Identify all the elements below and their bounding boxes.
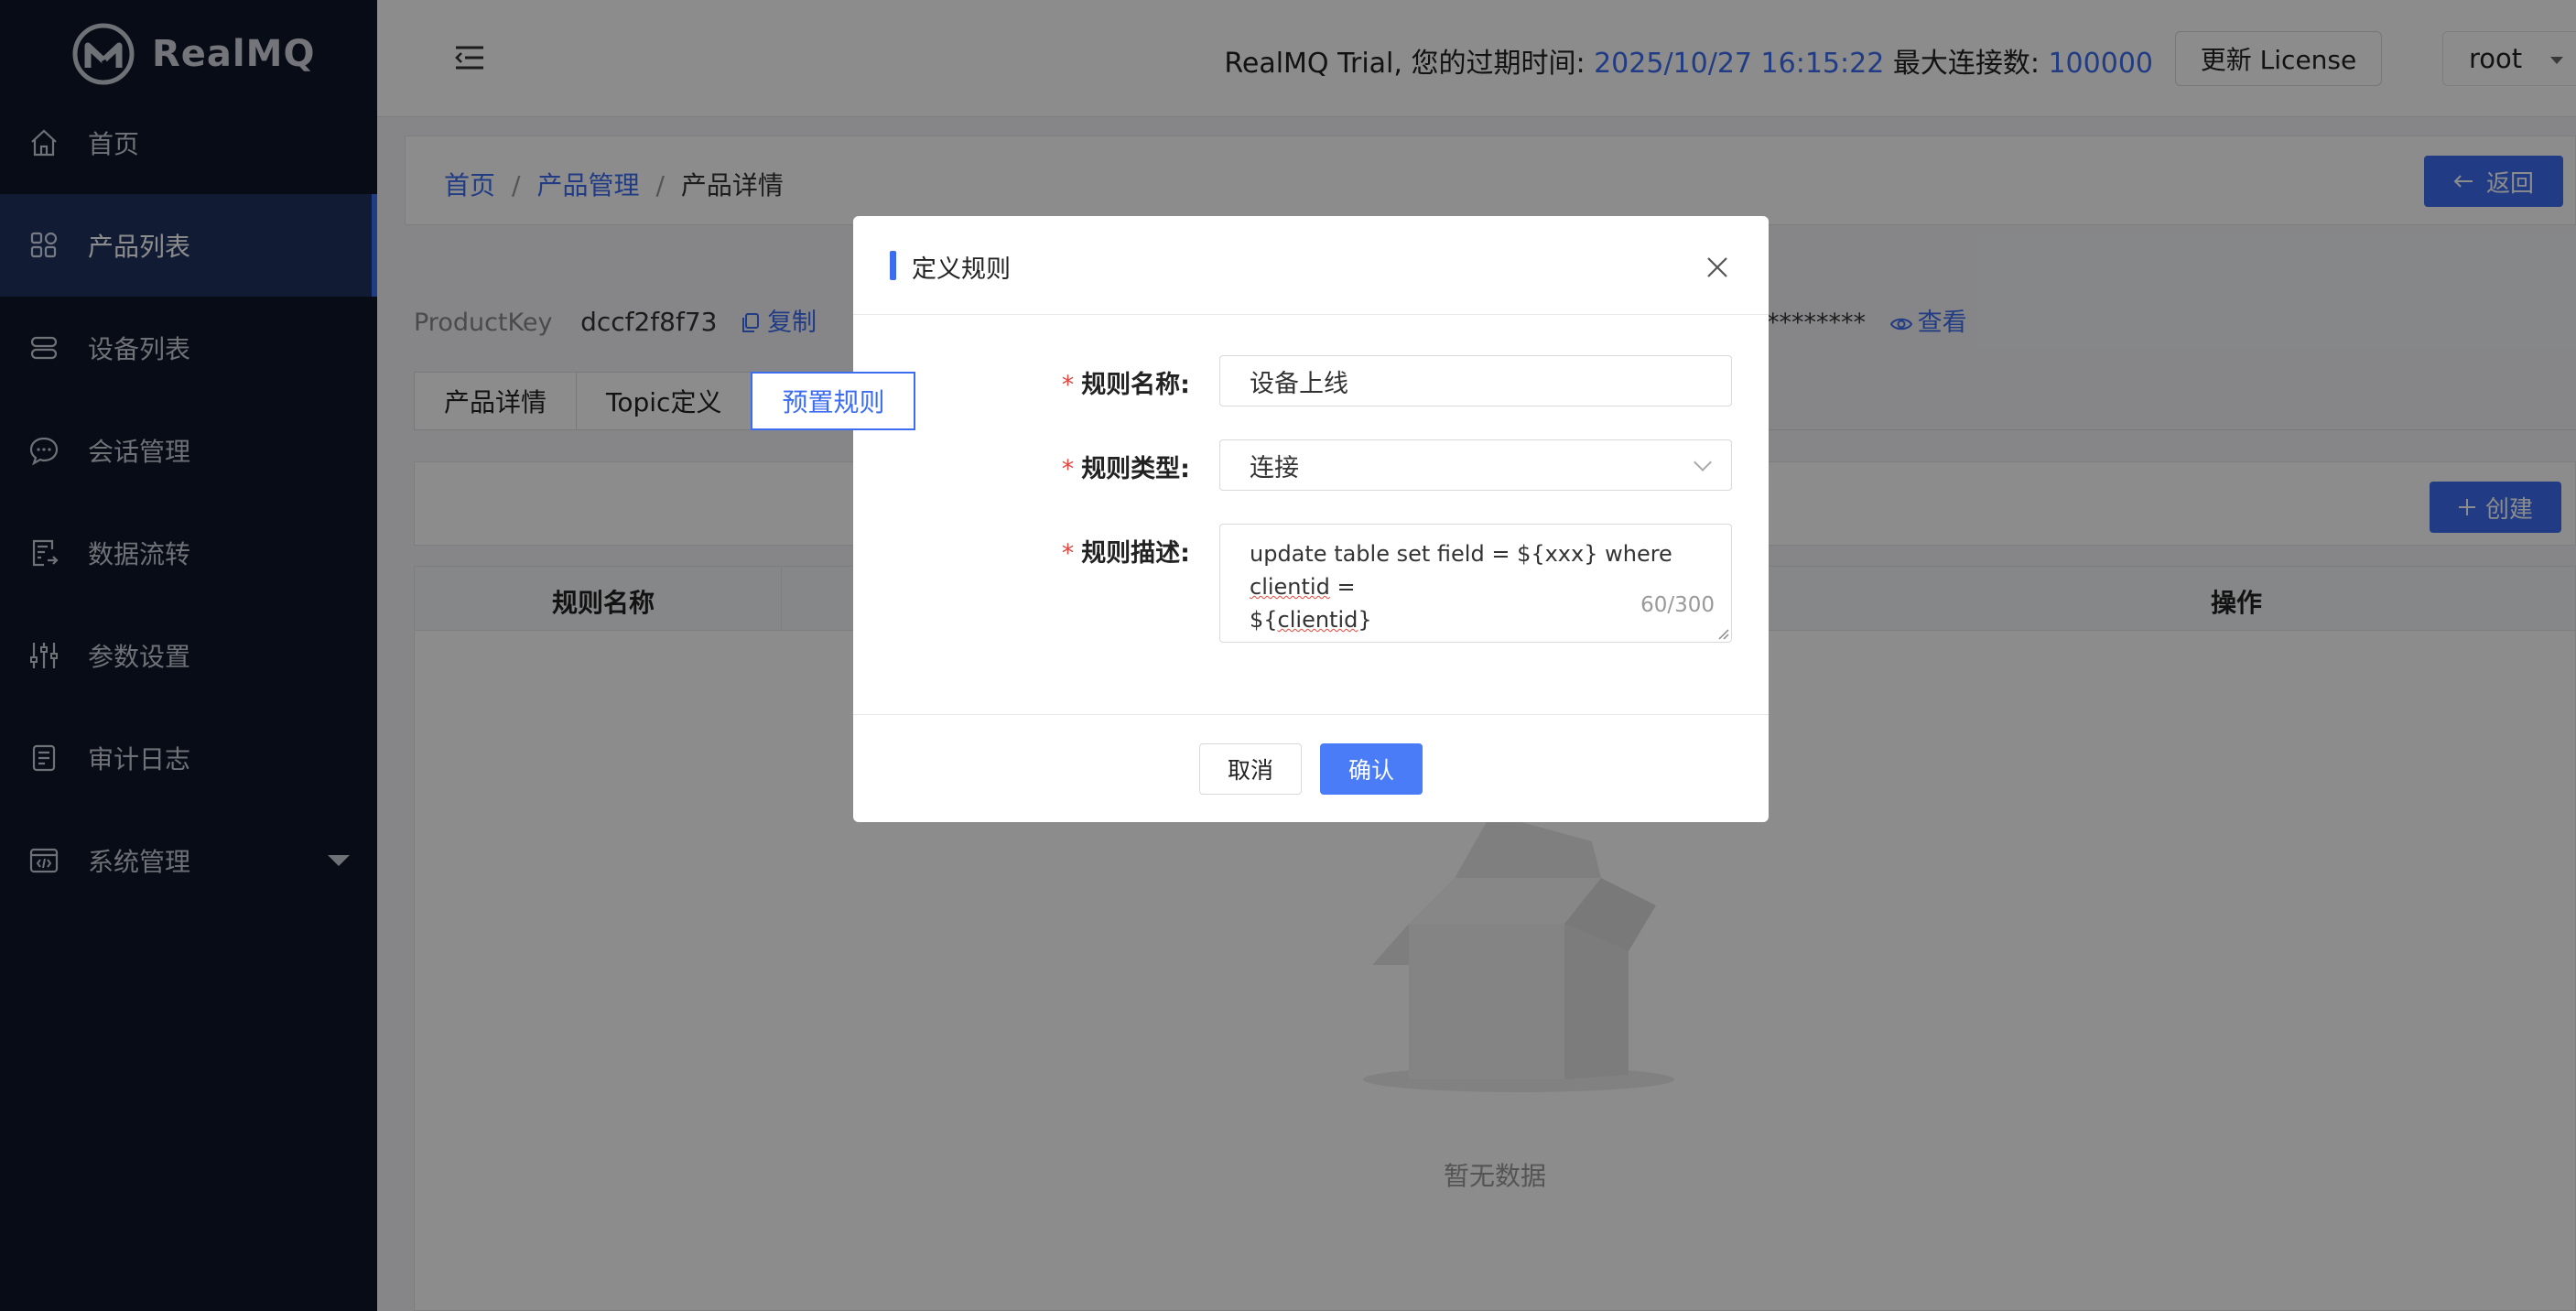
required-mark: * — [1061, 539, 1075, 568]
desc-text-part: ${ — [1250, 607, 1278, 633]
desc-text-part: = — [1329, 574, 1356, 600]
required-mark: * — [1061, 455, 1075, 483]
rule-type-select[interactable]: 连接 — [1219, 439, 1732, 491]
cancel-button[interactable]: 取消 — [1199, 743, 1302, 795]
rule-name-input[interactable]: 设备上线 — [1219, 355, 1732, 406]
rule-type-value: 连接 — [1250, 453, 1299, 482]
dialog-title: 定义规则 — [912, 255, 1011, 284]
chevron-down-icon — [1694, 453, 1712, 471]
rule-type-label-text: 规则类型: — [1081, 455, 1190, 483]
resize-handle-icon[interactable] — [1716, 627, 1729, 640]
desc-text-misspelled: clientid — [1277, 607, 1358, 633]
close-icon[interactable] — [1705, 255, 1730, 280]
char-counter: 60/300 — [1640, 593, 1715, 617]
rule-name-label: * 规则名称: — [1062, 364, 1190, 400]
dialog-header: 定义规则 — [853, 216, 1769, 315]
required-mark: * — [1061, 371, 1075, 399]
desc-text-part: } — [1358, 607, 1372, 633]
desc-text-misspelled: clientid — [1250, 574, 1330, 600]
title-accent-bar — [890, 251, 896, 280]
define-rule-dialog: 定义规则 * 规则名称: 设备上线 * 规则类型: 连接 * 规则描述: update… — [853, 216, 1769, 822]
rule-desc-label: * 规则描述: — [1062, 533, 1190, 569]
tab-preset-rules[interactable]: 预置规则 — [751, 372, 916, 430]
rule-desc-textarea[interactable]: update table set field = ${xxx} where cl… — [1219, 524, 1732, 643]
rule-name-label-text: 规则名称: — [1081, 371, 1190, 399]
confirm-button[interactable]: 确认 — [1320, 743, 1423, 795]
desc-text-part: update table set field = ${xxx} where — [1250, 541, 1672, 567]
rule-type-label: * 规则类型: — [1062, 449, 1190, 484]
dialog-footer-divider — [853, 714, 1769, 715]
rule-desc-label-text: 规则描述: — [1081, 539, 1190, 568]
